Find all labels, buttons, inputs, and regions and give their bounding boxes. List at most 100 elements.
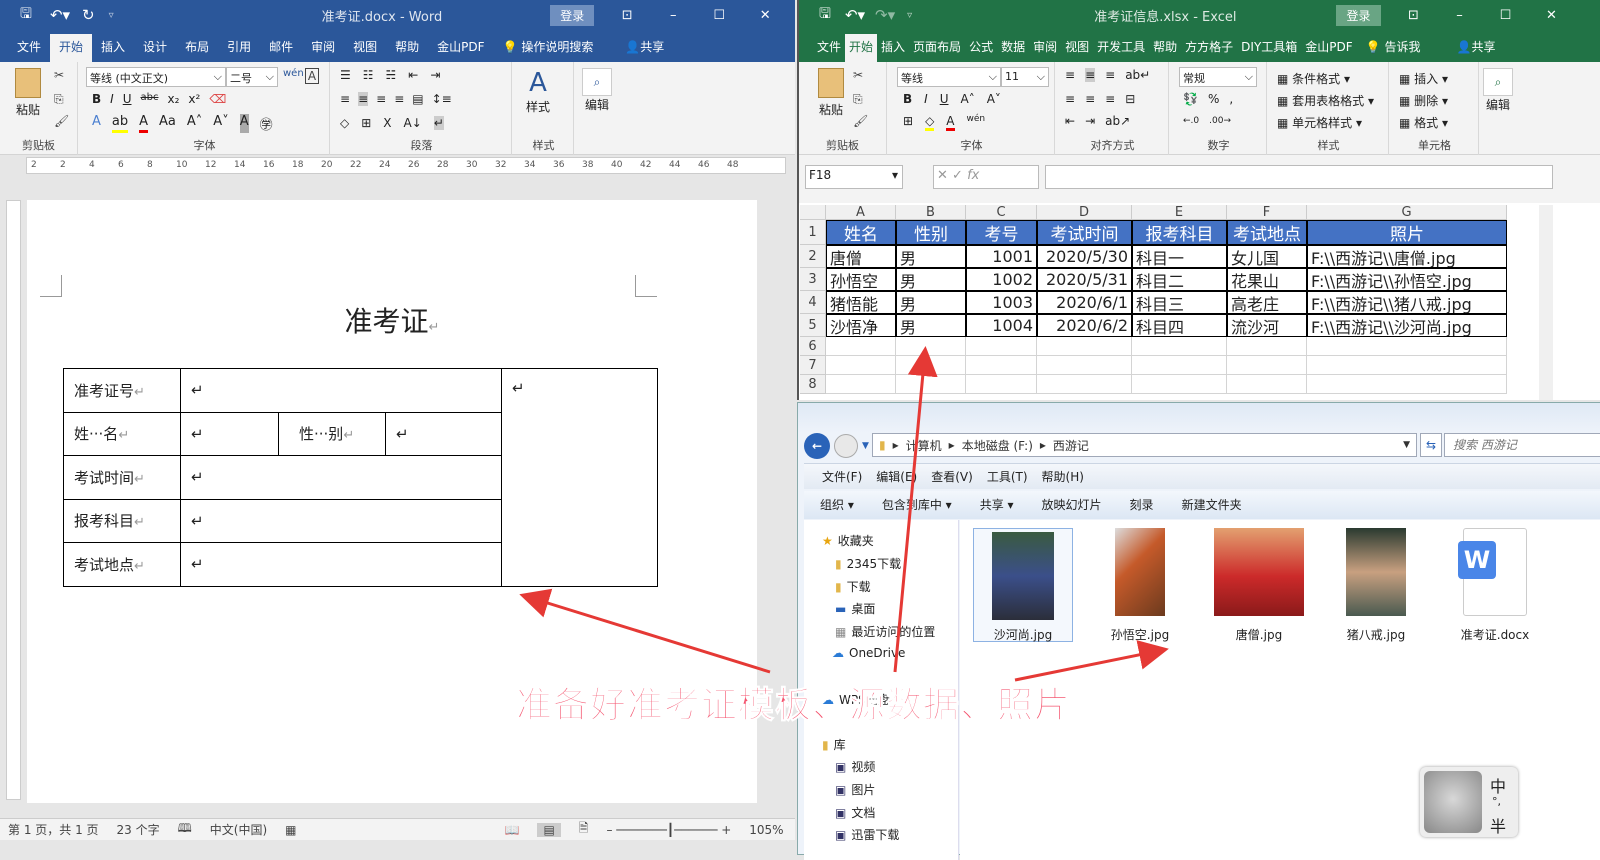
column-header-A[interactable]: A (826, 205, 896, 220)
data-cell[interactable]: 2020/5/31 (1037, 268, 1132, 291)
cell-styles-button[interactable]: ▦ 单元格样式 ▾ (1277, 112, 1374, 134)
align-center-icon[interactable]: ≡ (1085, 92, 1095, 106)
new-folder-button[interactable]: 新建文件夹 (1182, 491, 1242, 519)
burn-button[interactable]: 刻录 (1130, 491, 1154, 519)
share-button[interactable]: 👤共享 (1447, 34, 1504, 62)
row-header-1[interactable]: 1 (800, 220, 826, 245)
data-cell[interactable]: 沙悟净 (826, 314, 896, 337)
nav-lib-documents[interactable]: ▣ 文档 (835, 804, 875, 821)
empty-cell[interactable] (1307, 375, 1507, 394)
nav-item-recent[interactable]: ▦ 最近访问的位置 (835, 623, 935, 640)
font-size-select[interactable]: 11 ⌵ (1001, 67, 1049, 87)
file-item[interactable]: 猪八戒.jpg (1326, 528, 1426, 643)
percent-icon[interactable]: % (1208, 92, 1219, 106)
row-header-8[interactable]: 8 (800, 375, 826, 394)
top-align-icon[interactable]: ≡ (1065, 68, 1075, 82)
phonetic-guide-icon[interactable]: wén (283, 68, 304, 79)
column-header-E[interactable]: E (1132, 205, 1227, 220)
read-mode-icon[interactable]: 📖 (505, 823, 520, 837)
file-item[interactable]: 孙悟空.jpg (1090, 528, 1190, 643)
align-right-icon[interactable]: ≡ (376, 92, 386, 106)
data-cell[interactable]: F:\\西游记\\猪八戒.jpg (1307, 291, 1507, 314)
borders-icon[interactable]: ⊞ (903, 114, 913, 131)
data-cell[interactable]: 男 (896, 245, 966, 268)
format-painter-icon[interactable]: 🖌 (54, 114, 69, 128)
header-cell[interactable]: 性别 (896, 220, 966, 245)
value-name[interactable]: ↵ (180, 411, 279, 456)
comma-icon[interactable]: , (1229, 92, 1233, 106)
include-library-button[interactable]: 包含到库中 ▾ (882, 491, 952, 519)
redo-icon[interactable]: ↷▾ (875, 6, 895, 24)
empty-cell[interactable] (1037, 356, 1132, 375)
char-shading-icon[interactable]: A (239, 114, 249, 133)
close-button[interactable]: ✕ (742, 8, 788, 23)
column-header-B[interactable]: B (896, 205, 966, 220)
font-size-select[interactable]: 二号 ⌵ (226, 67, 278, 87)
data-cell[interactable]: 2020/6/1 (1037, 291, 1132, 314)
menu-view[interactable]: 查看(V) (931, 470, 973, 484)
tab-references[interactable]: 引用 (218, 34, 260, 62)
empty-cell[interactable] (966, 375, 1037, 394)
row-header-5[interactable]: 5 (800, 314, 826, 337)
align-left-icon[interactable]: ≡ (1065, 92, 1075, 106)
borders-icon[interactable]: ⊞ (361, 116, 371, 130)
nav-onedrive[interactable]: ☁ OneDrive (832, 646, 905, 660)
proofing-icon[interactable]: 🕮 (178, 819, 192, 840)
recent-pages-icon[interactable]: ▼ (862, 441, 869, 451)
empty-cell[interactable] (1227, 356, 1307, 375)
empty-cell[interactable] (1132, 356, 1227, 375)
grow-font-icon[interactable]: A˄ (961, 92, 975, 106)
empty-cell[interactable] (1037, 337, 1132, 356)
empty-cell[interactable] (896, 337, 966, 356)
redo-icon[interactable]: ↻ (82, 6, 95, 24)
menu-file[interactable]: 文件(F) (822, 470, 862, 484)
data-cell[interactable]: 科目三 (1132, 291, 1227, 314)
currency-icon[interactable]: 💱 (1183, 92, 1198, 106)
insert-function-icon[interactable]: fx (967, 168, 979, 183)
undo-icon[interactable]: ↶▾ (50, 6, 70, 24)
nav-library[interactable]: ▮ 库 (822, 736, 846, 753)
data-cell[interactable]: 花果山 (1227, 268, 1307, 291)
vertical-scrollbar[interactable] (1539, 205, 1553, 400)
edit-button[interactable]: ⌕ 编辑 (582, 68, 612, 113)
font-color-icon[interactable]: A (139, 114, 149, 133)
data-cell[interactable]: 男 (896, 291, 966, 314)
tab-help[interactable]: 帮助 (386, 34, 428, 62)
increase-indent-icon[interactable]: ⇥ (1085, 114, 1095, 128)
text-effects-icon[interactable]: A (92, 114, 101, 133)
zoom-level[interactable]: 105% (749, 823, 783, 837)
tab-mailings[interactable]: 邮件 (260, 34, 302, 62)
value-ticket-no[interactable]: ↵ (180, 368, 502, 413)
fill-color-icon[interactable]: ◇ (925, 114, 935, 131)
empty-cell[interactable] (1227, 337, 1307, 356)
insert-cells-button[interactable]: ▦ 插入 ▾ (1399, 68, 1448, 90)
empty-cell[interactable] (1307, 337, 1507, 356)
nav-favorites[interactable]: ★ 收藏夹 (822, 532, 874, 549)
decrease-indent-icon[interactable]: ⇤ (408, 68, 418, 82)
customize-icon[interactable]: ▿ (907, 10, 912, 21)
tab-4[interactable]: 公式 (965, 34, 997, 62)
header-cell[interactable]: 照片 (1307, 220, 1507, 245)
column-header-C[interactable]: C (966, 205, 1037, 220)
data-cell[interactable]: F:\\西游记\\孙悟空.jpg (1307, 268, 1507, 291)
macro-icon[interactable]: ▦ (285, 823, 296, 837)
format-cells-button[interactable]: ▦ 格式 ▾ (1399, 112, 1448, 134)
file-item[interactable]: 沙河尚.jpg (973, 528, 1073, 642)
cut-icon[interactable]: ✂ (54, 68, 64, 82)
forward-button[interactable] (834, 434, 858, 458)
tell-me-search[interactable]: 💡 操作说明搜索 (494, 34, 603, 62)
select-all-button[interactable] (800, 205, 826, 220)
data-cell[interactable]: 科目二 (1132, 268, 1227, 291)
search-input[interactable] (1444, 433, 1600, 457)
underline-icon[interactable]: U (940, 92, 949, 106)
data-cell[interactable]: F:\\西游记\\唐僧.jpg (1307, 245, 1507, 268)
nav-item-desktop[interactable]: ▬ 桌面 (835, 600, 875, 617)
superscript-icon[interactable]: x² (188, 92, 200, 106)
address-bar[interactable]: ▮ ▸ 计算机 ▸ 本地磁盘 (F:) ▸ 西游记 ▼ (872, 433, 1417, 457)
edit-button[interactable]: ⌕ 编辑 (1483, 68, 1513, 113)
empty-cell[interactable] (966, 356, 1037, 375)
line-spacing-icon[interactable]: ↕≡ (432, 92, 452, 106)
ribbon-display-icon[interactable]: ⊡ (1391, 8, 1437, 23)
save-icon[interactable]: 🖫 (20, 3, 32, 27)
ime-punctuation[interactable]: °, (1492, 795, 1501, 808)
